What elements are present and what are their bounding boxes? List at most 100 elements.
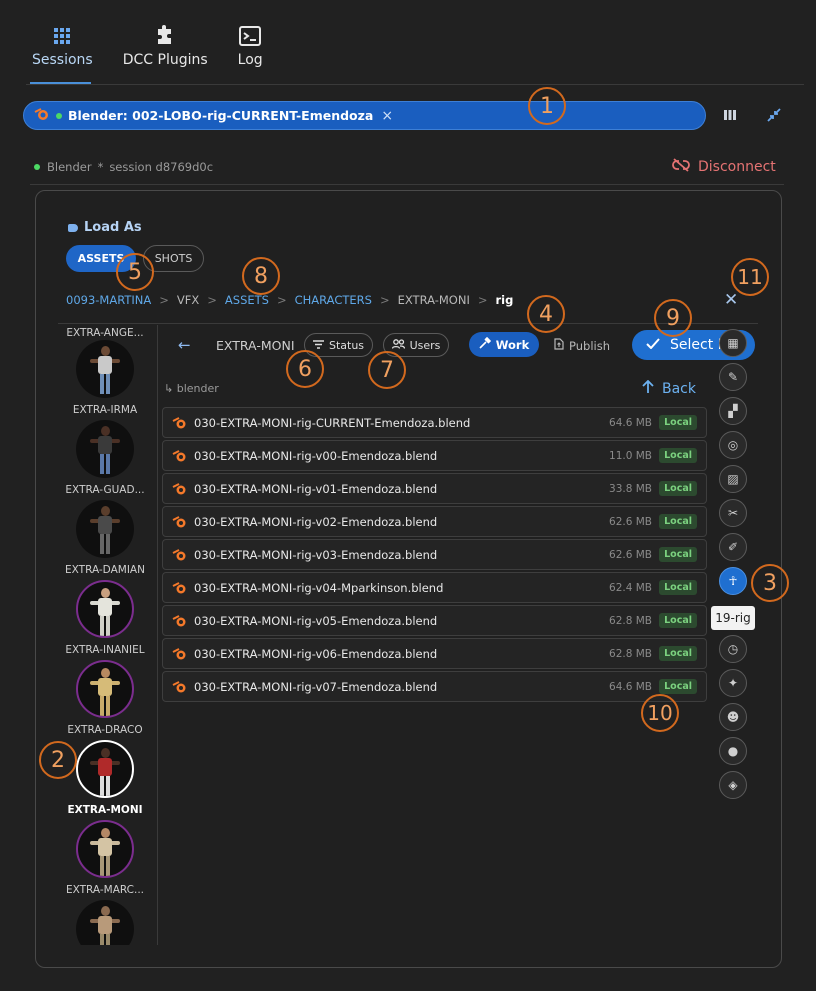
status-filter-label: Status [328,338,365,352]
breadcrumb: 0093-MARTINA > VFX > ASSETS > CHARACTERS… [66,293,513,307]
annotation-marker: 11 [731,258,769,296]
tools-icon[interactable]: ✂ [719,499,747,527]
breadcrumb-divider [58,323,758,324]
asset-label: EXTRA-ANGE... [66,327,144,339]
file-size: 62.8 MB [609,647,652,660]
list-item[interactable] [58,900,152,945]
annotation-marker: 3 [751,564,789,602]
status-divider [30,184,784,185]
work-tab-button[interactable]: Work [469,332,539,357]
disconnect-button[interactable]: Disconnect [672,158,776,176]
session-status: Blender * session d8769d0c [34,160,213,174]
asset-label: EXTRA-DRACO [67,724,143,736]
status-badge: Local [659,580,697,595]
table-row[interactable]: 030-EXTRA-MONI-rig-v05-Emendoza.blend 62… [162,605,707,636]
avatar [76,900,134,945]
table-row[interactable]: 030-EXTRA-MONI-rig-v03-Emendoza.blend 62… [162,539,707,570]
timer-icon[interactable]: ◷ [719,635,747,663]
asset-label: EXTRA-GUAD... [65,484,145,496]
tab-sessions-label: Sessions [32,52,93,68]
hatch-icon[interactable]: ▨ [719,465,747,493]
close-icon[interactable]: ✕ [724,290,738,310]
paint-icon[interactable]: ✐ [719,533,747,561]
brush-icon[interactable]: ✎ [719,363,747,391]
tools-icon [479,336,491,352]
table-row[interactable]: 030-EXTRA-MONI-rig-v01-Emendoza.blend 33… [162,473,707,504]
collapse-icon[interactable] [766,107,782,123]
status-badge: Local [659,448,697,463]
blender-file-icon [172,416,188,429]
grid-icon [53,24,71,48]
grid-icon[interactable]: ▦ [719,329,747,357]
file-name: 030-EXTRA-MONI-rig-v02-Emendoza.blend [194,514,438,529]
publish-label: Publish [569,338,610,353]
session-close-icon[interactable]: × [381,108,393,124]
tab-sessions[interactable]: Sessions [26,24,99,84]
breadcrumb-assets[interactable]: ASSETS [225,293,269,307]
breadcrumb-vfx[interactable]: VFX [177,293,199,307]
camera-focus-icon[interactable]: ◎ [719,431,747,459]
file-size: 33.8 MB [609,482,652,495]
breadcrumb-sep: > [276,293,287,307]
layers-icon[interactable]: ◈ [719,771,747,799]
breadcrumb-asset[interactable]: EXTRA-MONI [398,293,470,307]
table-row[interactable]: 030-EXTRA-MONI-rig-v02-Emendoza.blend 62… [162,506,707,537]
session-pill[interactable]: Blender: 002-LOBO-rig-CURRENT-Emendoza × [23,101,706,130]
table-row[interactable]: 030-EXTRA-MONI-rig-v00-Emendoza.blend 11… [162,440,707,471]
annotation-marker: 5 [116,253,154,291]
breadcrumb-project[interactable]: 0093-MARTINA [66,293,151,307]
blender-file-icon [172,482,188,495]
tab-dcc-plugins[interactable]: DCC Plugins [117,24,214,84]
back-button[interactable]: Back [642,379,696,398]
avatar [76,660,134,718]
asset-label: EXTRA-MONI [67,804,143,816]
task-tooltip: 19-rig [711,606,755,630]
rig-person-icon[interactable]: ☥ [719,567,747,595]
arrow-up-icon [642,379,654,398]
table-row[interactable]: 030-EXTRA-MONI-rig-v07-Emendoza.blend 64… [162,671,707,702]
list-item[interactable]: EXTRA-DAMIAN [58,500,152,576]
breadcrumb-sep: > [207,293,217,307]
sparkle-icon[interactable]: ✦ [719,669,747,697]
load-as-heading: Load As [68,220,142,235]
file-size: 62.8 MB [609,614,652,627]
check-icon [646,337,660,353]
list-item[interactable]: EXTRA-MARC... [58,820,152,896]
back-arrow-icon[interactable]: ← [178,336,191,354]
bulb-icon[interactable]: ● [719,737,747,765]
file-size: 64.6 MB [609,416,652,429]
tab-log[interactable]: Log [232,24,269,84]
unlink-icon [672,158,690,176]
breadcrumb-characters[interactable]: CHARACTERS [295,293,372,307]
list-item[interactable]: EXTRA-GUAD... [58,420,152,496]
list-item[interactable]: EXTRA-DRACO [58,660,152,736]
publish-tab-button[interactable]: Publish [554,338,610,353]
back-label: Back [662,381,696,397]
blocks-icon[interactable]: ▞ [719,397,747,425]
status-badge: Local [659,646,697,661]
asset-label: EXTRA-DAMIAN [65,564,145,576]
file-list: 030-EXTRA-MONI-rig-CURRENT-Emendoza.blen… [162,407,707,704]
breadcrumb-current: rig [495,293,514,307]
annotation-marker: 6 [286,350,324,388]
file-size: 64.6 MB [609,680,652,693]
asset-list[interactable]: EXTRA-ANGE... EXTRA-IRMA EXTRA-GUAD... E… [58,325,158,945]
blender-file-icon [172,548,188,561]
list-item[interactable]: EXTRA-INANIEL [58,580,152,656]
puzzle-icon [154,24,176,48]
list-item[interactable]: EXTRA-ANGE... [58,325,152,339]
columns-icon[interactable] [722,107,738,123]
breadcrumb-sep: > [159,293,169,307]
asset-label: EXTRA-MARC... [65,884,145,896]
list-item[interactable]: EXTRA-IRMA [58,340,152,416]
robot-icon[interactable]: ☻ [719,703,747,731]
users-icon [391,338,405,352]
file-name: 030-EXTRA-MONI-rig-v04-Mparkinson.blend [194,580,444,595]
table-row[interactable]: 030-EXTRA-MONI-rig-v06-Emendoza.blend 62… [162,638,707,669]
table-row[interactable]: 030-EXTRA-MONI-rig-v04-Mparkinson.blend … [162,572,707,603]
tab-dcc-plugins-label: DCC Plugins [122,52,208,68]
asset-label: EXTRA-INANIEL [65,644,145,656]
table-row[interactable]: 030-EXTRA-MONI-rig-CURRENT-Emendoza.blen… [162,407,707,438]
nav-divider [26,84,804,85]
blender-file-icon [172,614,188,627]
